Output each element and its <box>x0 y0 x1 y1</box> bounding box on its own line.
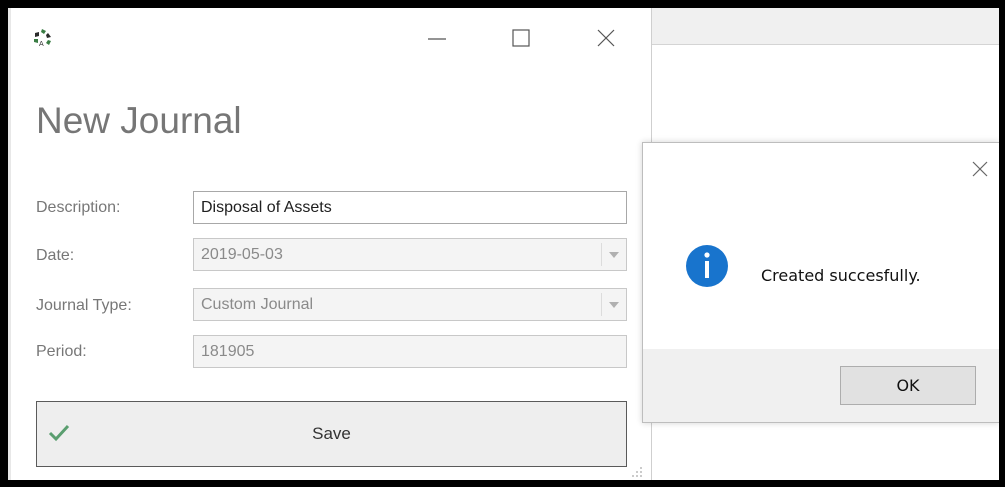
app-logo-icon: A <box>34 29 51 48</box>
save-button[interactable]: Save <box>36 401 627 467</box>
journal-type-field[interactable]: Custom Journal <box>193 288 627 321</box>
maximize-button[interactable] <box>509 26 533 50</box>
dialog-close-button[interactable] <box>970 159 990 179</box>
journal-type-value: Custom Journal <box>201 296 314 313</box>
info-icon <box>686 245 728 287</box>
description-field[interactable]: Disposal of Assets <box>193 191 627 224</box>
date-value: 2019-05-03 <box>201 246 283 263</box>
svg-text:A: A <box>39 41 44 48</box>
date-dropdown-button[interactable] <box>601 243 626 266</box>
close-button[interactable] <box>594 26 618 50</box>
resize-grip-icon[interactable] <box>631 466 643 478</box>
date-label: Date: <box>36 247 75 264</box>
minimize-button[interactable] <box>425 26 449 50</box>
chevron-down-icon <box>609 302 619 308</box>
journal-type-label: Journal Type: <box>36 297 132 314</box>
ok-button[interactable]: OK <box>840 366 976 405</box>
date-field[interactable]: 2019-05-03 <box>193 238 627 271</box>
save-button-label: Save <box>312 424 351 443</box>
journal-type-dropdown-button[interactable] <box>601 293 626 316</box>
period-label: Period: <box>36 343 87 360</box>
message-dialog: Created succesfully. OK <box>642 142 999 423</box>
page-title: New Journal <box>36 100 242 141</box>
chevron-down-icon <box>609 252 619 258</box>
period-field: 181905 <box>193 335 627 368</box>
background-window-toolbar <box>652 8 999 45</box>
description-label: Description: <box>36 199 121 216</box>
dialog-message: Created succesfully. <box>761 266 921 285</box>
new-journal-window: A New Journal Description: Disposal of A… <box>11 8 652 480</box>
